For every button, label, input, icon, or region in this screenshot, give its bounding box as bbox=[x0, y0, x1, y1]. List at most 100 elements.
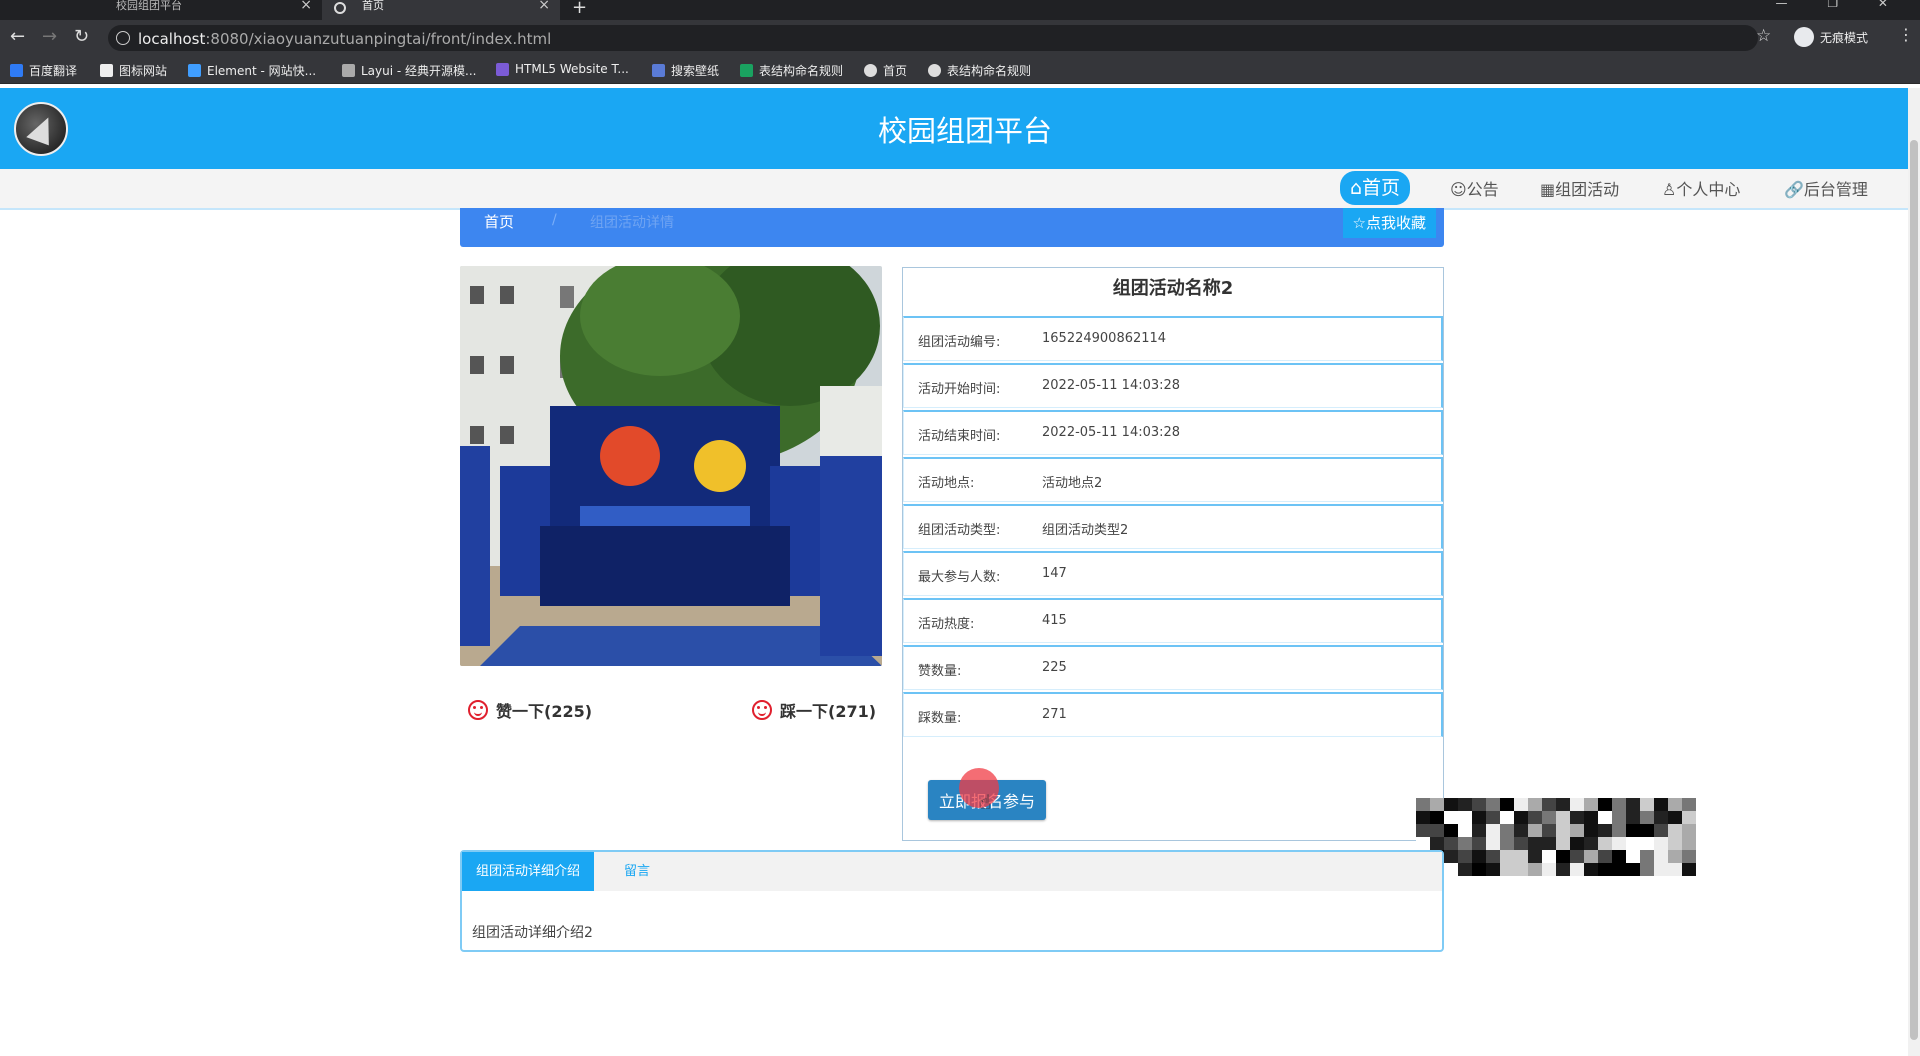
detail-key: 活动开始时间: bbox=[918, 382, 1001, 397]
pixel-block bbox=[1472, 837, 1486, 850]
detail-row: 最大参与人数: 147 bbox=[903, 551, 1443, 596]
page-scrollbar[interactable] bbox=[1908, 88, 1920, 1056]
translate-icon bbox=[10, 64, 23, 77]
pixel-block bbox=[1682, 824, 1696, 837]
pixel-block bbox=[1444, 824, 1458, 837]
pixel-block bbox=[1416, 837, 1430, 850]
bookmark-item[interactable]: Layui - 经典开源模... bbox=[342, 62, 476, 79]
nav-announcements[interactable]: ☺公告 bbox=[1450, 175, 1499, 205]
pixel-block bbox=[1668, 824, 1682, 837]
tab-activity-details[interactable]: 组团活动详细介绍 bbox=[462, 852, 595, 891]
detail-key: 赞数量: bbox=[918, 664, 962, 679]
browser-tab-2[interactable]: 首页 × bbox=[322, 0, 560, 20]
activity-title: 组团活动名称2 bbox=[1112, 278, 1234, 299]
flag-icon bbox=[100, 64, 113, 77]
bookmark-item[interactable]: 表结构命名规则 bbox=[740, 62, 843, 79]
pixel-block bbox=[1570, 863, 1584, 876]
detail-value: 271 bbox=[1042, 707, 1067, 722]
bookmark-item[interactable]: Element - 网站快... bbox=[188, 62, 316, 79]
pixel-block bbox=[1626, 837, 1640, 850]
pixel-block bbox=[1444, 837, 1458, 850]
back-arrow-icon[interactable]: ← bbox=[10, 26, 25, 47]
pixel-block bbox=[1472, 850, 1486, 863]
nav-personal-center[interactable]: ♙个人中心 bbox=[1662, 175, 1740, 205]
pixel-block bbox=[1682, 863, 1696, 876]
kebab-menu-icon[interactable]: ⋮ bbox=[1898, 25, 1914, 44]
forward-arrow-icon[interactable]: → bbox=[42, 26, 57, 47]
dislike-button[interactable]: 踩一下(271) bbox=[752, 698, 876, 722]
browser-tab-1[interactable]: 校园组团平台 × bbox=[0, 0, 322, 20]
bookmark-item[interactable]: 图标网站 bbox=[100, 62, 167, 79]
detail-row: 踩数量: 271 bbox=[903, 692, 1443, 737]
bookmark-item[interactable]: 表结构命名规则 bbox=[928, 62, 1031, 79]
incognito-label: 无痕模式 bbox=[1820, 30, 1869, 45]
dislike-label: 踩一下(271) bbox=[780, 702, 877, 721]
nav-group-activities[interactable]: ▦组团活动 bbox=[1540, 175, 1619, 205]
nav-home[interactable]: ⌂首页 bbox=[1340, 171, 1411, 205]
tab-messages[interactable]: 留言 bbox=[624, 852, 650, 891]
vue-icon bbox=[92, 2, 104, 14]
bookmark-item[interactable]: 首页 bbox=[864, 62, 907, 79]
activity-image bbox=[460, 266, 882, 666]
pixel-block bbox=[1570, 850, 1584, 863]
bookmark-item[interactable]: 搜索壁纸 bbox=[652, 62, 719, 79]
close-icon[interactable]: × bbox=[538, 0, 550, 12]
pixel-block bbox=[1556, 798, 1570, 811]
detail-row: 活动地点: 活动地点2 bbox=[903, 457, 1443, 502]
wallpaper-icon bbox=[652, 64, 665, 77]
pixel-block bbox=[1570, 798, 1584, 811]
incognito-icon bbox=[1794, 27, 1814, 47]
pixel-block bbox=[1486, 824, 1500, 837]
pixel-block bbox=[1556, 837, 1570, 850]
nav-admin[interactable]: 🔗后台管理 bbox=[1784, 175, 1868, 205]
pixel-block bbox=[1640, 863, 1654, 876]
pixel-block bbox=[1668, 863, 1682, 876]
tab-content: 组团活动详细介绍2 bbox=[472, 925, 593, 941]
pixel-block bbox=[1444, 798, 1458, 811]
reload-icon[interactable]: ↻ bbox=[74, 26, 89, 47]
element-icon bbox=[188, 64, 201, 77]
favorite-button[interactable]: ☆点我收藏 bbox=[1342, 208, 1436, 238]
like-button[interactable]: 赞一下(225) bbox=[468, 698, 592, 722]
pixel-block bbox=[1444, 850, 1458, 863]
browser-toolbar: ← → ↻ localhost:8080/xiaoyuanzutuanpingt… bbox=[0, 20, 1920, 56]
pixel-block bbox=[1598, 824, 1612, 837]
pixel-block bbox=[1486, 837, 1500, 850]
html5-icon bbox=[496, 62, 509, 76]
pixel-block bbox=[1500, 837, 1514, 850]
pixel-block bbox=[1500, 811, 1514, 824]
detail-value: 活动地点2 bbox=[1042, 476, 1103, 491]
pixel-block bbox=[1570, 824, 1584, 837]
pixel-block bbox=[1654, 811, 1668, 824]
pixel-block bbox=[1640, 811, 1654, 824]
close-icon[interactable]: × bbox=[300, 0, 312, 12]
incognito-badge[interactable]: 无痕模式 bbox=[1794, 26, 1868, 48]
address-bar[interactable]: localhost:8080/xiaoyuanzutuanpingtai/fro… bbox=[108, 25, 1758, 51]
pixel-block bbox=[1640, 798, 1654, 811]
pixel-block bbox=[1584, 798, 1598, 811]
pixel-block bbox=[1598, 811, 1612, 824]
bookmark-item[interactable]: HTML5 Website T... bbox=[496, 62, 629, 76]
pixel-block bbox=[1486, 798, 1500, 811]
info-icon[interactable] bbox=[116, 31, 130, 45]
pixel-block bbox=[1626, 863, 1640, 876]
pixel-block bbox=[1570, 811, 1584, 824]
pixel-block bbox=[1514, 863, 1528, 876]
scrollbar-thumb[interactable] bbox=[1910, 140, 1918, 1040]
window-controls[interactable]: — ❐ ✕ bbox=[1776, 0, 1906, 10]
site-title: 校园组团平台 bbox=[877, 114, 1052, 148]
detail-value: 147 bbox=[1042, 566, 1067, 581]
breadcrumb-home[interactable]: 首页 bbox=[484, 211, 514, 232]
detail-key: 最大参与人数: bbox=[918, 570, 1001, 585]
detail-row: 组团活动类型: 组团活动类型2 bbox=[903, 504, 1443, 549]
pixel-block bbox=[1598, 850, 1612, 863]
pixel-block bbox=[1584, 824, 1598, 837]
pixel-block bbox=[1542, 811, 1556, 824]
pixel-block bbox=[1612, 863, 1626, 876]
pixel-block bbox=[1472, 824, 1486, 837]
new-tab-button[interactable]: + bbox=[572, 0, 587, 18]
bookmark-item[interactable]: 百度翻译 bbox=[10, 62, 77, 79]
bookmark-star-icon[interactable]: ☆ bbox=[1756, 26, 1771, 46]
pixel-block bbox=[1500, 798, 1514, 811]
pixel-block bbox=[1514, 850, 1528, 863]
